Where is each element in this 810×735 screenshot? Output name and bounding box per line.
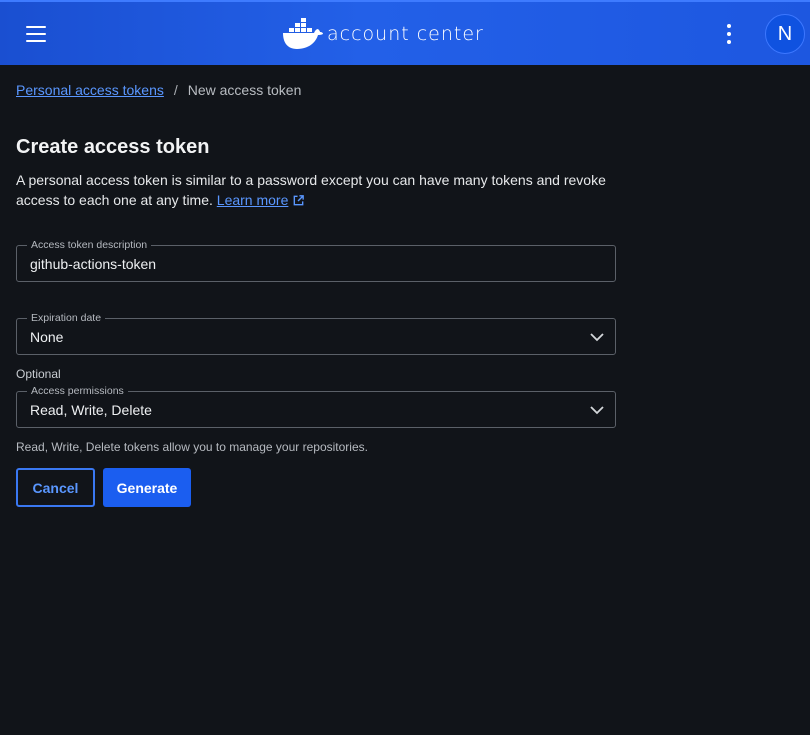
breadcrumb: Personal access tokens / New access toke… <box>16 82 301 98</box>
page-description: A personal access token is similar to a … <box>16 170 616 210</box>
page-title: Create access token <box>16 136 210 158</box>
breadcrumb-separator: / <box>173 82 178 98</box>
access-permissions-value: Read, Write, Delete <box>30 402 152 418</box>
learn-more-link[interactable]: Learn more <box>217 192 289 208</box>
description-text: A personal access token is similar to a … <box>16 172 606 208</box>
token-description-field[interactable]: Access token description github-actions-… <box>16 238 616 282</box>
menu-icon[interactable] <box>22 20 50 48</box>
logo[interactable]: account center <box>281 18 484 50</box>
top-app-bar: account center N <box>0 0 810 65</box>
token-description-input[interactable]: github-actions-token <box>30 256 156 272</box>
logo-text: account center <box>327 23 484 45</box>
access-permissions-select[interactable]: Access permissions Read, Write, Delete <box>16 384 616 428</box>
docker-whale-logo <box>283 18 323 49</box>
cancel-button[interactable]: Cancel <box>16 468 95 507</box>
token-description-label: Access token description <box>27 238 152 252</box>
expiration-date-select[interactable]: Expiration date None <box>16 311 616 355</box>
expiration-date-value: None <box>30 329 64 345</box>
permissions-helper-text: Read, Write, Delete tokens allow you to … <box>16 440 368 454</box>
access-permissions-label: Access permissions <box>27 384 128 398</box>
chevron-down-icon[interactable] <box>589 329 605 345</box>
avatar[interactable]: N <box>765 14 805 54</box>
optional-label: Optional <box>16 367 61 381</box>
more-vertical-icon[interactable] <box>717 21 741 47</box>
chevron-down-icon[interactable] <box>589 402 605 418</box>
breadcrumb-link-personal-access-tokens[interactable]: Personal access tokens <box>16 82 164 98</box>
breadcrumb-current: New access token <box>187 82 302 98</box>
generate-button[interactable]: Generate <box>103 468 191 507</box>
expiration-date-label: Expiration date <box>27 311 106 325</box>
external-link-icon[interactable] <box>292 194 305 207</box>
